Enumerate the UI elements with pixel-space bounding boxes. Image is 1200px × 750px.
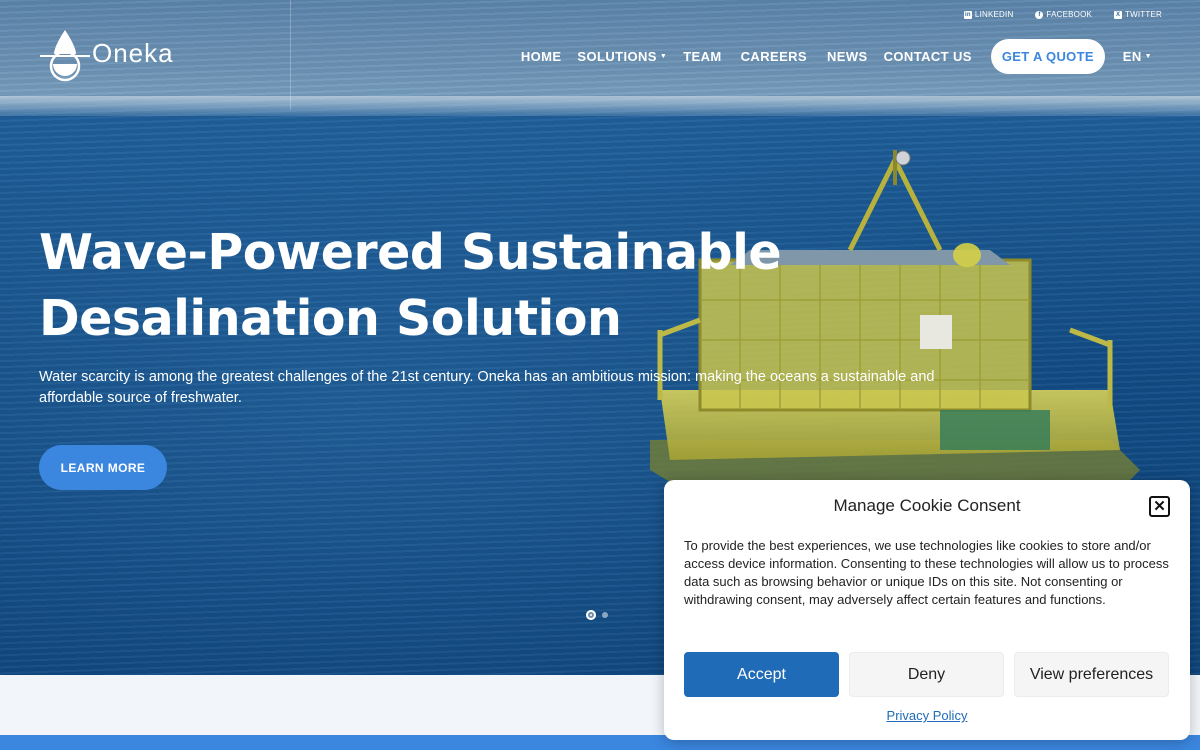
facebook-link[interactable]: f FACEBOOK xyxy=(1035,10,1092,19)
slide-dot-1[interactable] xyxy=(586,610,596,620)
site-logo[interactable]: Oneka xyxy=(40,28,174,82)
nav-solutions[interactable]: SOLUTIONS ▼ xyxy=(577,49,667,64)
hero-subtitle: Water scarcity is among the greatest cha… xyxy=(39,369,935,406)
linkedin-icon: in xyxy=(963,10,972,19)
headline-line-2: Desalination Solution xyxy=(39,290,622,347)
linkedin-link[interactable]: in LINKEDIN xyxy=(963,10,1014,19)
cookie-consent-dialog: Manage Cookie Consent ✕ To provide the b… xyxy=(664,480,1190,740)
shoreline xyxy=(0,96,1200,116)
hero-headline: Wave-Powered Sustainable Desalination So… xyxy=(39,220,799,352)
accept-button[interactable]: Accept xyxy=(684,652,839,697)
cookie-title: Manage Cookie Consent xyxy=(833,496,1021,515)
nav-home[interactable]: HOME xyxy=(521,49,562,64)
privacy-policy-link[interactable]: Privacy Policy xyxy=(664,708,1190,723)
language-selector[interactable]: EN ▼ xyxy=(1123,49,1152,64)
cookie-buttons: Accept Deny View preferences xyxy=(684,652,1169,697)
water-drop-logo-icon xyxy=(40,30,90,82)
headline-line-1: Wave-Powered Sustainable xyxy=(39,224,782,281)
close-icon[interactable]: ✕ xyxy=(1149,496,1170,517)
get-a-quote-button[interactable]: GET A QUOTE xyxy=(990,39,1105,74)
social-links: in LINKEDIN f FACEBOOK X TWITTER xyxy=(963,10,1162,19)
language-label: EN xyxy=(1122,49,1142,64)
caret-down-icon: ▼ xyxy=(659,53,668,60)
cookie-description: To provide the best experiences, we use … xyxy=(684,538,1169,607)
learn-more-button[interactable]: LEARN MORE xyxy=(39,445,167,490)
mast-line xyxy=(290,0,291,110)
logo-text: Oneka xyxy=(92,37,174,68)
main-nav: HOME SOLUTIONS ▼ TEAM CAREERS NEWS CONTA… xyxy=(505,39,1152,74)
nav-news[interactable]: NEWS xyxy=(827,49,868,64)
facebook-label: FACEBOOK xyxy=(1046,10,1093,19)
linkedin-label: LINKEDIN xyxy=(974,10,1014,19)
slider-pagination xyxy=(586,610,608,620)
nav-contact[interactable]: CONTACT US xyxy=(884,49,972,64)
twitter-x-icon: X xyxy=(1114,10,1123,19)
nav-team[interactable]: TEAM xyxy=(683,49,721,64)
twitter-link[interactable]: X TWITTER xyxy=(1114,10,1162,19)
slide-dot-2[interactable] xyxy=(602,612,608,618)
nav-careers[interactable]: CAREERS xyxy=(741,49,807,64)
nav-solutions-label: SOLUTIONS xyxy=(577,49,657,64)
twitter-label: TWITTER xyxy=(1125,10,1162,19)
view-preferences-button[interactable]: View preferences xyxy=(1014,652,1169,697)
caret-down-icon: ▼ xyxy=(1144,53,1152,60)
deny-button[interactable]: Deny xyxy=(849,652,1004,697)
facebook-icon: f xyxy=(1035,10,1044,19)
